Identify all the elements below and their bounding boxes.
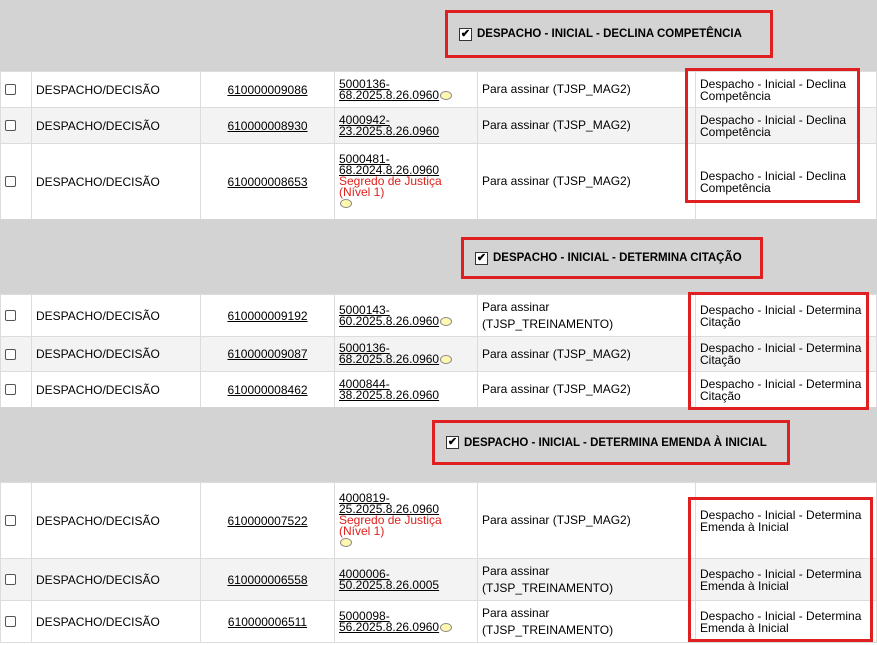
- group-title: ✔ DESPACHO - INICIAL - DETERMINA EMENDA …: [432, 420, 790, 465]
- process-link[interactable]: 5000098- 56.2025.8.26.0960: [339, 609, 439, 634]
- group-title: ✔ DESPACHO - INICIAL - DETERMINA CITAÇÃO: [461, 237, 763, 279]
- table-row[interactable]: DESPACHO/DECISÃO 610000009087 5000136- 68…: [0, 336, 877, 372]
- status-text: Para assinar (TJSP_TREINAMENTO): [477, 600, 696, 643]
- table-row[interactable]: DESPACHO/DECISÃO 610000008930 4000942- 23…: [0, 107, 877, 144]
- model-text: Despacho - Inicial - Determina Citação: [695, 294, 877, 337]
- comment-bubble-icon[interactable]: [440, 90, 453, 100]
- doc-type: DESPACHO/DECISÃO: [31, 71, 201, 108]
- row-checkbox[interactable]: [5, 384, 16, 395]
- table-row[interactable]: DESPACHO/DECISÃO 610000007522 4000819- 25…: [0, 482, 877, 559]
- row-checkbox[interactable]: [5, 515, 16, 526]
- row-checkbox[interactable]: [5, 310, 16, 321]
- comment-bubble-icon[interactable]: [340, 538, 352, 548]
- model-text: Despacho - Inicial - Declina Competência: [695, 107, 877, 144]
- doc-type: DESPACHO/DECISÃO: [31, 336, 201, 372]
- process-link[interactable]: 4000844- 38.2025.8.26.0960: [339, 377, 439, 402]
- document-link[interactable]: 610000009086: [227, 83, 307, 97]
- doc-type: DESPACHO/DECISÃO: [31, 107, 201, 144]
- model-text: Despacho - Inicial - Declina Competência: [695, 71, 877, 108]
- document-link[interactable]: 610000007522: [227, 514, 307, 528]
- row-checkbox[interactable]: [5, 84, 16, 95]
- process-link[interactable]: 5000143- 60.2025.8.26.0960: [339, 303, 439, 328]
- group-header: ✔ DESPACHO - INICIAL - DECLINA COMPETÊNC…: [0, 0, 877, 71]
- table-row[interactable]: DESPACHO/DECISÃO 610000009192 5000143- 60…: [0, 294, 877, 337]
- group-title-text: DESPACHO - INICIAL - DETERMINA CITAÇÃO: [493, 252, 742, 264]
- comment-bubble-icon[interactable]: [340, 199, 352, 209]
- status-text: Para assinar (TJSP_TREINAMENTO): [477, 294, 696, 337]
- row-checkbox[interactable]: [5, 176, 16, 187]
- table-row[interactable]: DESPACHO/DECISÃO 610000006558 4000006- 50…: [0, 558, 877, 601]
- documents-table: DESPACHO/DECISÃO 610000009192 5000143- 60…: [0, 294, 877, 408]
- model-text: Despacho - Inicial - Determina Emenda à …: [695, 482, 877, 559]
- secrecy-level: (Nível 1): [339, 524, 385, 538]
- group-header: ✔ DESPACHO - INICIAL - DETERMINA CITAÇÃO: [0, 219, 877, 294]
- document-link[interactable]: 610000006558: [227, 573, 307, 587]
- documents-table: DESPACHO/DECISÃO 610000007522 4000819- 25…: [0, 482, 877, 643]
- status-text: Para assinar (TJSP_MAG2): [477, 336, 696, 372]
- table-row[interactable]: DESPACHO/DECISÃO 610000008462 4000844- 38…: [0, 371, 877, 408]
- status-text: Para assinar (TJSP_TREINAMENTO): [477, 558, 696, 601]
- process-link[interactable]: 4000942- 23.2025.8.26.0960: [339, 113, 439, 138]
- process-link[interactable]: 5000136- 68.2025.8.26.0960: [339, 77, 439, 102]
- status-text: Para assinar (TJSP_MAG2): [477, 371, 696, 408]
- process-link[interactable]: 4000006- 50.2025.8.26.0005: [339, 567, 439, 592]
- doc-type: DESPACHO/DECISÃO: [31, 600, 201, 643]
- table-row[interactable]: DESPACHO/DECISÃO 610000009086 5000136- 68…: [0, 71, 877, 108]
- model-text: Despacho - Inicial - Declina Competência: [695, 143, 877, 220]
- group-checkbox-icon[interactable]: ✔: [475, 251, 488, 265]
- model-text: Despacho - Inicial - Determina Citação: [695, 336, 877, 372]
- table-row[interactable]: DESPACHO/DECISÃO 610000006511 5000098- 56…: [0, 600, 877, 643]
- document-link[interactable]: 610000009192: [227, 309, 307, 323]
- document-link[interactable]: 610000008462: [227, 383, 307, 397]
- process-link[interactable]: 5000136- 68.2025.8.26.0960: [339, 341, 439, 366]
- model-text: Despacho - Inicial - Determina Emenda à …: [695, 600, 877, 643]
- comment-bubble-icon[interactable]: [440, 622, 453, 632]
- document-link[interactable]: 610000009087: [227, 347, 307, 361]
- row-checkbox[interactable]: [5, 348, 16, 360]
- group-checkbox-icon[interactable]: ✔: [446, 436, 459, 449]
- group-title: ✔ DESPACHO - INICIAL - DECLINA COMPETÊNC…: [445, 10, 773, 58]
- status-text: Para assinar (TJSP_MAG2): [477, 107, 696, 144]
- document-link[interactable]: 610000008653: [227, 175, 307, 189]
- documents-table: DESPACHO/DECISÃO 610000009086 5000136- 68…: [0, 71, 877, 220]
- group-checkbox-icon[interactable]: ✔: [459, 27, 472, 41]
- model-text: Despacho - Inicial - Determina Emenda à …: [695, 558, 877, 601]
- doc-type: DESPACHO/DECISÃO: [31, 294, 201, 337]
- secrecy-level: (Nível 1): [339, 185, 385, 199]
- comment-bubble-icon[interactable]: [440, 355, 453, 365]
- group-title-text: DESPACHO - INICIAL - DECLINA COMPETÊNCIA: [477, 28, 742, 40]
- comment-bubble-icon[interactable]: [440, 316, 453, 326]
- row-checkbox[interactable]: [5, 120, 16, 131]
- document-link[interactable]: 610000006511: [228, 615, 307, 629]
- table-row[interactable]: DESPACHO/DECISÃO 610000008653 5000481- 68…: [0, 143, 877, 220]
- group-header: ✔ DESPACHO - INICIAL - DETERMINA EMENDA …: [0, 407, 877, 482]
- status-text: Para assinar (TJSP_MAG2): [477, 482, 696, 559]
- doc-type: DESPACHO/DECISÃO: [31, 371, 201, 408]
- row-checkbox[interactable]: [5, 574, 16, 585]
- doc-type: DESPACHO/DECISÃO: [31, 482, 201, 559]
- row-checkbox[interactable]: [5, 616, 16, 627]
- doc-type: DESPACHO/DECISÃO: [31, 143, 201, 220]
- status-text: Para assinar (TJSP_MAG2): [477, 143, 696, 220]
- document-link[interactable]: 610000008930: [227, 119, 307, 133]
- status-text: Para assinar (TJSP_MAG2): [477, 71, 696, 108]
- doc-type: DESPACHO/DECISÃO: [31, 558, 201, 601]
- model-text: Despacho - Inicial - Determina Citação: [695, 371, 877, 408]
- group-title-text: DESPACHO - INICIAL - DETERMINA EMENDA À …: [464, 436, 767, 449]
